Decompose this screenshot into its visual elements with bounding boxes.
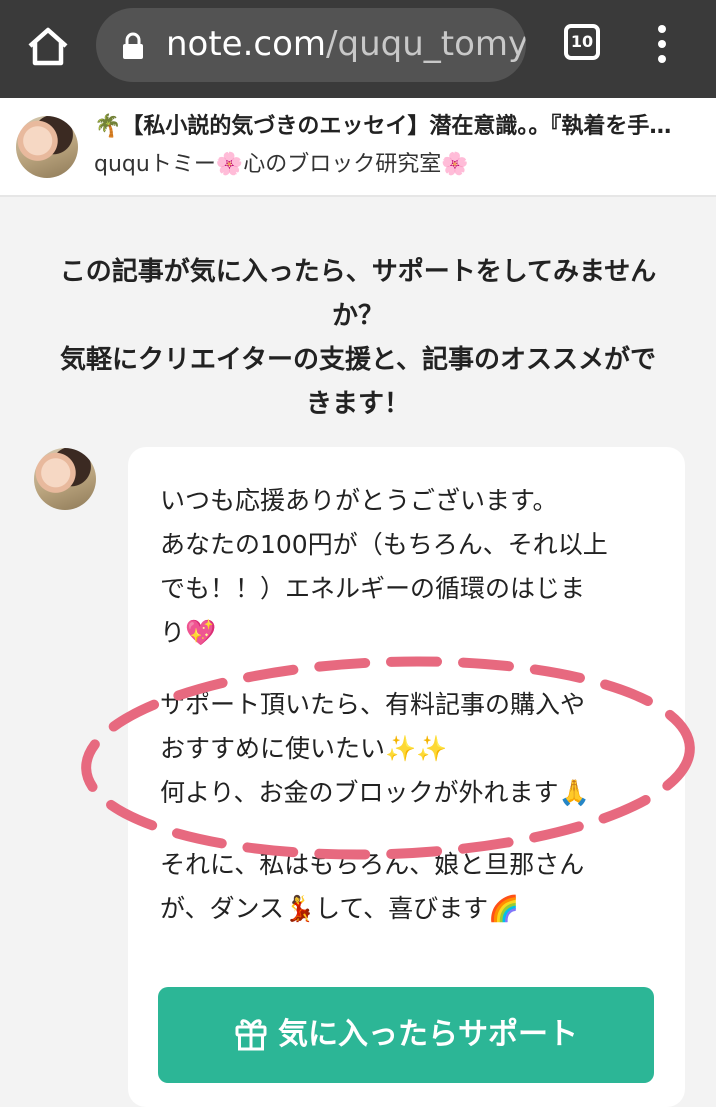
author-name[interactable]: ququトミー🌸心のブロック研究室🌸 — [94, 148, 469, 182]
message-line: でも！！）エネルギーの循環のはじま — [160, 574, 586, 603]
url-text: note.com/ququ_tomy — [166, 22, 526, 66]
url-path: /ququ_tomy — [326, 24, 526, 64]
message-paragraph: それに、私はもちろん、娘と旦那さん が、ダンス💃して、喜びます🌈 — [160, 843, 670, 931]
creator-avatar — [34, 448, 96, 510]
message-line: おすすめに使いたい✨✨ — [160, 734, 448, 763]
message-paragraph: いつも応援ありがとうございます。 あなたの100円が（もちろん、それ以上 でも！… — [160, 479, 670, 655]
support-prompt-line: きます！ — [305, 389, 410, 419]
article-header: 🌴【私小説的気づきのエッセイ】潜在意識。。『執着を手… ququトミー🌸心のブロ… — [0, 98, 716, 197]
message-paragraph: サポート頂いたら、有料記事の購入や おすすめに使いたい✨✨ 何より、お金のブロッ… — [160, 683, 670, 815]
message-line: サポート頂いたら、有料記事の購入や — [160, 690, 586, 719]
message-line: それに、私はもちろん、娘と旦那さん — [160, 850, 585, 879]
message-line: が、ダンス💃して、喜びます🌈 — [160, 894, 520, 923]
message-line: 何より、お金のブロックが外れます🙏 — [160, 778, 590, 807]
support-prompt: この記事が気に入ったら、サポートをしてみません か？ 気軽にクリエイターの支援と… — [40, 250, 676, 426]
message-line: いつも応援ありがとうございます。 — [160, 486, 558, 515]
support-prompt-line: この記事が気に入ったら、サポートをしてみません — [59, 257, 657, 287]
support-button[interactable]: 気に入ったらサポート — [158, 987, 654, 1083]
author-avatar[interactable] — [16, 116, 78, 178]
lock-icon — [123, 32, 143, 59]
address-bar[interactable]: note.com/ququ_tomy — [96, 8, 526, 82]
support-button-label: 気に入ったらサポート — [278, 1017, 578, 1052]
home-icon[interactable] — [24, 22, 72, 70]
tab-switcher-button[interactable]: 10 — [564, 24, 600, 60]
support-prompt-line: 気軽にクリエイターの支援と、記事のオススメがで — [60, 345, 656, 375]
support-message: いつも応援ありがとうございます。 あなたの100円が（もちろん、それ以上 でも！… — [160, 479, 670, 959]
support-message-card: いつも応援ありがとうございます。 あなたの100円が（もちろん、それ以上 でも！… — [128, 447, 685, 1107]
support-prompt-line: か？ — [331, 301, 384, 331]
article-title[interactable]: 🌴【私小説的気づきのエッセイ】潜在意識。。『執着を手… — [94, 110, 704, 144]
gift-icon — [235, 1018, 267, 1050]
overflow-menu-icon[interactable] — [650, 22, 674, 70]
browser-toolbar: note.com/ququ_tomy 10 — [0, 0, 716, 98]
message-line: り💖 — [160, 618, 217, 647]
message-line: あなたの100円が（もちろん、それ以上 — [160, 530, 608, 559]
url-domain: note.com — [166, 24, 327, 64]
